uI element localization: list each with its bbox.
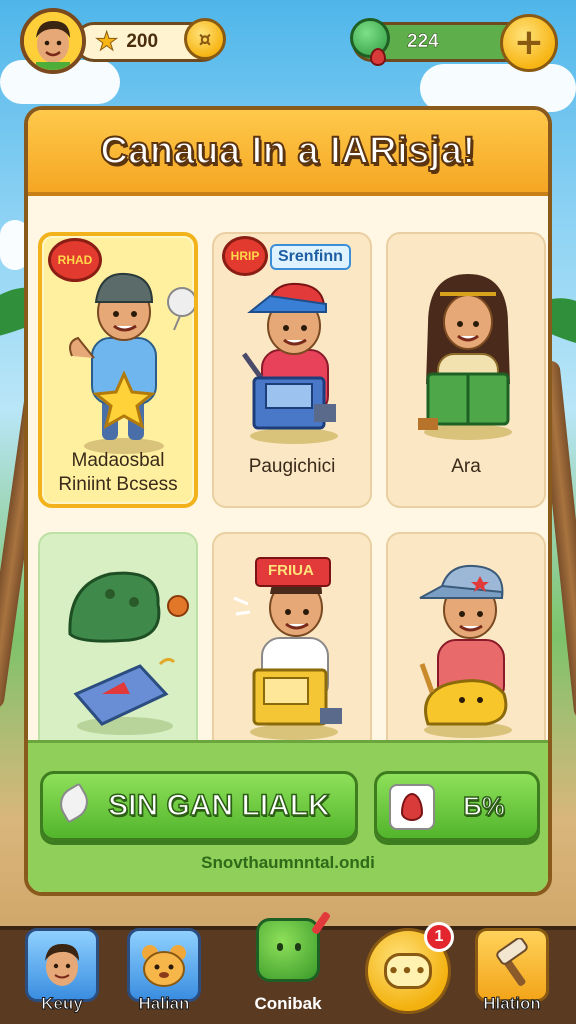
nav-tile	[127, 928, 201, 1002]
boy-with-yellow-creature-icon	[419, 564, 512, 738]
nav-label-settings: Hlation	[483, 994, 542, 1014]
profile-icon	[45, 943, 79, 986]
coins-value: 200	[126, 31, 159, 52]
card-2-label: Paugichici	[248, 456, 336, 477]
card-1-label-line2: Riniint Bcsess	[58, 474, 178, 495]
gems-value: 224	[407, 31, 439, 53]
footer-link[interactable]: Snovthaumnntal.ondi	[28, 853, 548, 873]
nav-item-chat[interactable]: ••• 1	[362, 922, 454, 1018]
nav-tile	[475, 928, 549, 1002]
gem-red-icon	[389, 784, 435, 830]
character-card-3[interactable]: Ara	[386, 232, 546, 508]
player-avatar[interactable]	[20, 8, 86, 74]
green-block-icon	[256, 910, 332, 982]
girl-with-book-icon	[418, 274, 512, 440]
plus-icon: +	[513, 22, 545, 63]
coin-icon: ¤	[198, 27, 212, 51]
nav-item-profile[interactable]: Keuy	[22, 928, 102, 1018]
nav-tile	[25, 928, 99, 1002]
card-5-cap-text: FRIUA	[268, 562, 314, 579]
secondary-action-button[interactable]: Б%	[374, 771, 540, 841]
cloud	[420, 64, 576, 112]
nav-label-profile: Keuy	[41, 994, 84, 1014]
hammer-icon	[496, 938, 528, 986]
action-section: SIN GAN LIALK Б% Snovthaumnntal.ondi	[28, 740, 548, 892]
bottom-nav: Keuy Halian Conibak ••• 1 Hlation	[0, 910, 576, 1024]
card-3-label: Ara	[451, 456, 481, 477]
character-card-1[interactable]: RHAD Madaosbal Riniint Bcsess	[38, 232, 198, 508]
nav-item-settings[interactable]: Hlation	[472, 928, 552, 1018]
nav-item-pets[interactable]: Halian	[124, 928, 204, 1018]
secondary-action-label: Б%	[462, 790, 505, 822]
nav-label-combat: Conibak	[254, 994, 322, 1013]
panel-header: Canaua In a IARisja!	[28, 110, 548, 196]
nav-label-pets: Halian	[138, 994, 190, 1014]
gem-drop-icon	[370, 48, 386, 66]
boy-with-star-icon	[69, 272, 194, 454]
green-creature-and-box-icon	[68, 571, 189, 735]
coin-shop-button[interactable]: ¤	[184, 18, 226, 60]
primary-action-label: SIN GAN LIALK	[107, 788, 330, 823]
primary-action-button[interactable]: SIN GAN LIALK	[40, 771, 358, 841]
panel-title: Canaua In a IARisja!	[99, 129, 476, 173]
notification-badge: 1	[424, 922, 454, 952]
nav-item-combat[interactable]: Conibak	[248, 910, 332, 1018]
card-1-label-line1: Madaosbal	[71, 450, 165, 471]
player-face-icon	[24, 12, 82, 70]
pet-bear-icon	[142, 945, 186, 987]
feather-icon	[53, 782, 95, 824]
character-card-2[interactable]: HRIP Srenfinn Paugichici	[212, 232, 372, 508]
star-icon: ★	[94, 27, 119, 58]
character-select-panel: Canaua In a IARisja! RHAD Madaosbal Rini…	[24, 106, 552, 896]
add-gems-button[interactable]: +	[500, 14, 558, 72]
boy-with-box-icon	[241, 282, 338, 444]
